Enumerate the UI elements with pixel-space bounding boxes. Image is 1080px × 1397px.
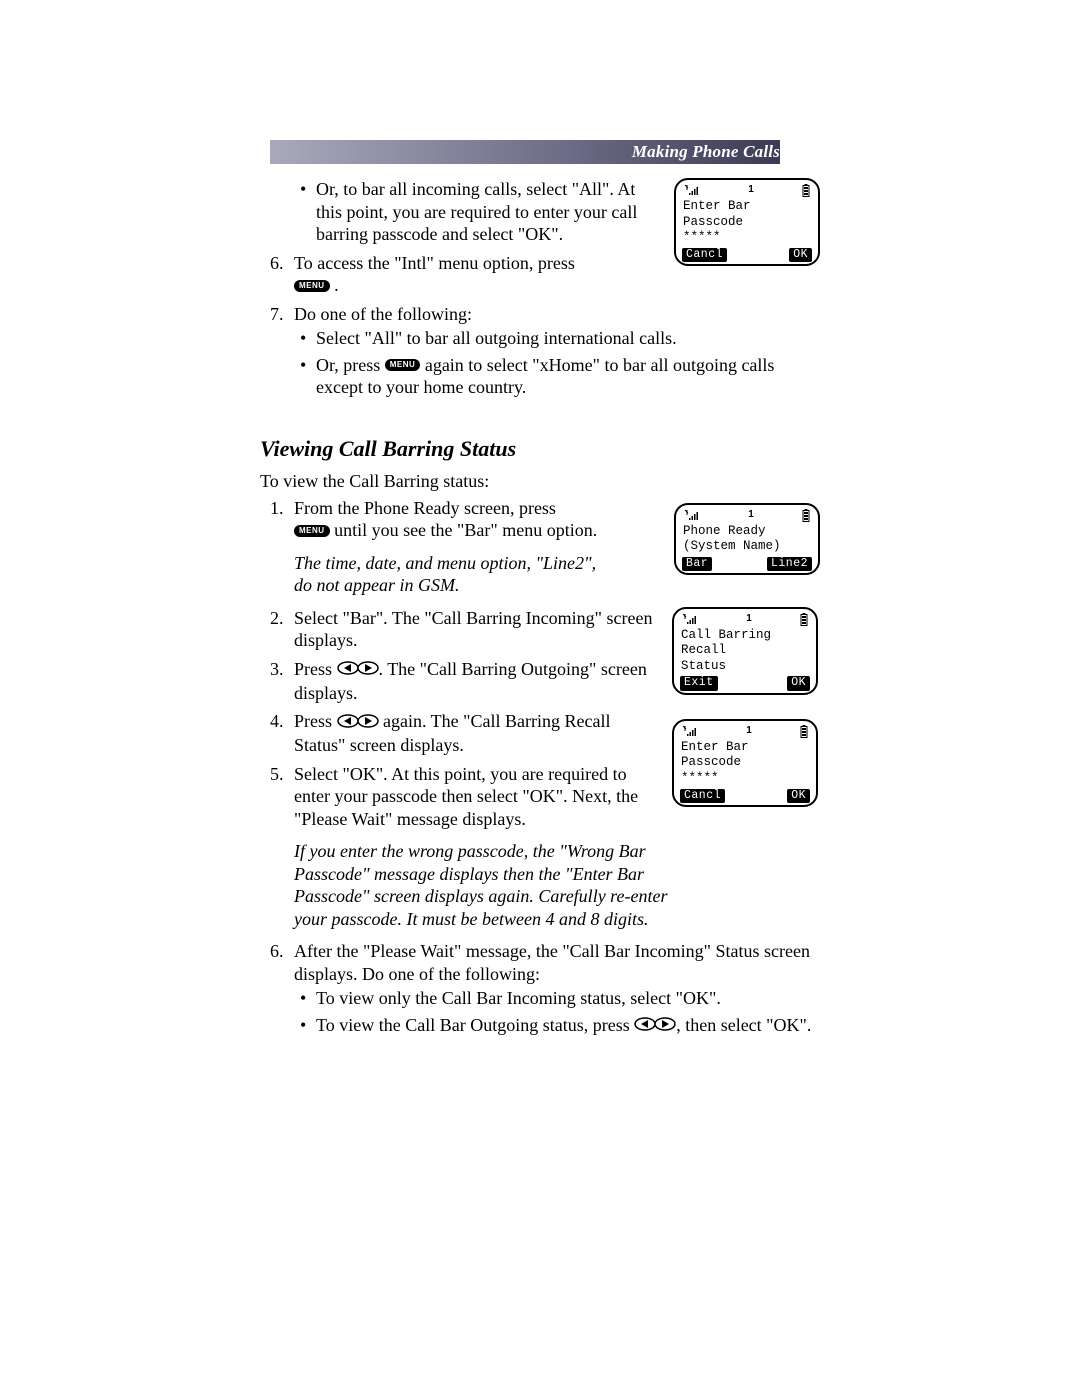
softkey-right: OK [787, 789, 810, 803]
softkey-left: Cancl [682, 248, 727, 262]
screen-line: ***** [680, 771, 810, 787]
softkey-right: OK [787, 676, 810, 690]
nav-left-right-icon [337, 658, 379, 681]
phone-screen-recall: 1 Call Barring Recall Status Exit OK [672, 607, 818, 695]
signal-icon [682, 725, 698, 737]
menu-icon: MENU [385, 359, 421, 371]
line-number: 1 [748, 509, 754, 522]
list-item: Or, press MENU again to select "xHome" t… [316, 354, 820, 399]
screen-line: (System Name) [682, 539, 812, 555]
nav-left-right-icon [634, 1014, 676, 1037]
battery-icon [802, 509, 810, 522]
list-item: To view only the Call Bar Incoming statu… [316, 987, 820, 1010]
battery-icon [800, 725, 808, 738]
note-text: If you enter the wrong passcode, the "Wr… [294, 840, 674, 930]
screen-line: Status [680, 659, 810, 675]
screen-line: Enter Bar [680, 740, 810, 756]
list-item: Select "All" to bar all outgoing interna… [316, 327, 820, 350]
softkey-right: OK [789, 248, 812, 262]
screen-line: Phone Ready [682, 524, 812, 540]
list-item: Do one of the following: Select "All" to… [288, 303, 820, 399]
softkey-left: Exit [680, 676, 718, 690]
phone-screen-passcode-2: 1 Enter Bar Passcode ***** Cancl OK [672, 719, 818, 807]
note-text: The time, date, and menu option, "Line2"… [294, 552, 614, 597]
line-number: 1 [746, 613, 752, 626]
signal-icon [682, 613, 698, 625]
menu-icon: MENU [294, 280, 330, 292]
softkey-left: Bar [682, 557, 712, 571]
section-heading: Viewing Call Barring Status [260, 435, 820, 463]
signal-icon [684, 509, 700, 521]
battery-icon [800, 613, 808, 626]
softkey-left: Cancl [680, 789, 725, 803]
menu-icon: MENU [294, 525, 330, 537]
nav-left-right-icon [337, 711, 379, 734]
list-item: To view the Call Bar Outgoing status, pr… [316, 1014, 820, 1038]
screen-line: Passcode [680, 755, 810, 771]
screen-line: Call Barring [680, 628, 810, 644]
intro-text: To view the Call Barring status: [260, 470, 820, 493]
screen-line: Recall [680, 643, 810, 659]
list-item: After the "Please Wait" message, the "Ca… [288, 940, 820, 1038]
softkey-right: Line2 [767, 557, 812, 571]
line-number: 1 [746, 725, 752, 738]
phone-screen-ready: 1 Phone Ready (System Name) Bar Line2 [674, 503, 820, 576]
list-item: Or, to bar all incoming calls, select "A… [316, 178, 820, 246]
